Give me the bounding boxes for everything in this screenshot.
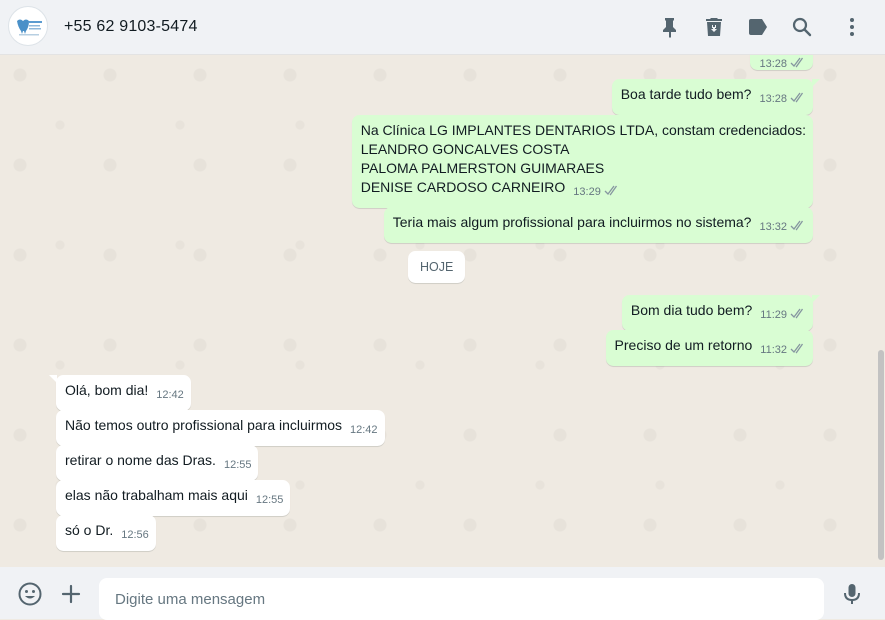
bubble-tail bbox=[49, 375, 57, 383]
message-time: 12:56 bbox=[121, 529, 149, 541]
message-time: 13:28 bbox=[759, 93, 787, 105]
chat-header: +55 62 9103-5474 bbox=[0, 0, 885, 55]
message-meta: 11:32 bbox=[760, 341, 806, 360]
message-text: só o Dr. bbox=[65, 522, 114, 538]
double-check-icon bbox=[790, 308, 806, 319]
compose-bar bbox=[0, 567, 885, 620]
message-text: Olá, bom dia! bbox=[65, 382, 149, 398]
message-bubble-incoming[interactable]: Olá, bom dia! 12:42 bbox=[49, 375, 191, 411]
message-bubble-incoming[interactable]: só o Dr. 12:56 bbox=[56, 515, 156, 551]
double-check-icon bbox=[790, 220, 806, 231]
double-check-icon bbox=[790, 343, 806, 354]
search-icon[interactable] bbox=[790, 15, 814, 39]
message-time: 11:29 bbox=[760, 309, 787, 321]
message-text: retirar o nome das Dras. bbox=[65, 452, 216, 468]
message-bubble-incoming[interactable]: retirar o nome das Dras. 12:55 bbox=[56, 445, 259, 481]
clinic-logo bbox=[17, 19, 42, 36]
message-time: 13:29 bbox=[573, 186, 601, 198]
bubble-tail bbox=[812, 295, 820, 303]
message-time: 13:32 bbox=[759, 221, 787, 233]
message-input[interactable] bbox=[99, 578, 824, 620]
double-check-icon bbox=[790, 92, 806, 103]
menu-icon[interactable] bbox=[840, 15, 864, 39]
double-check-icon bbox=[790, 57, 806, 68]
message-time: 12:55 bbox=[223, 459, 252, 471]
message-text: Boa tarde tudo bem? bbox=[620, 86, 752, 102]
message-meta: 13:29 bbox=[573, 183, 620, 202]
message-list[interactable]: 13:28 Boa tarde tudo bem? 13:28 Na Clínic… bbox=[0, 55, 885, 567]
label-icon[interactable] bbox=[746, 15, 770, 39]
message-bubble-incoming[interactable]: Não temos outro profissional para inclui… bbox=[56, 410, 385, 446]
contact-name[interactable]: +55 62 9103-5474 bbox=[64, 18, 198, 36]
message-bubble-outgoing[interactable]: Teria mais algum profissional para inclu… bbox=[383, 207, 813, 243]
message-time: 12:42 bbox=[156, 389, 184, 401]
message-text: Teria mais algum profissional para inclu… bbox=[392, 214, 752, 230]
message-time: 11:32 bbox=[760, 344, 787, 356]
message-bubble-outgoing[interactable]: Bom dia tudo bem? 11:29 bbox=[621, 295, 820, 331]
message-bubble-outgoing[interactable]: Boa tarde tudo bem? 13:28 bbox=[611, 79, 820, 115]
message-bubble-outgoing[interactable]: 13:28 bbox=[750, 55, 813, 70]
message-bubble-incoming[interactable]: elas não trabalham mais aqui 12:55 bbox=[56, 480, 291, 516]
message-time: 12:55 bbox=[255, 494, 284, 506]
delete-icon[interactable] bbox=[702, 15, 726, 39]
message-bubble-outgoing[interactable]: Na Clínica LG IMPLANTES DENTARIOS LTDA, … bbox=[351, 115, 813, 208]
attach-icon[interactable] bbox=[58, 581, 84, 607]
message-bubble-outgoing[interactable]: Preciso de um retorno 11:32 bbox=[605, 330, 813, 366]
double-check-icon bbox=[604, 185, 620, 196]
message-meta: 13:28 bbox=[759, 55, 806, 74]
message-text: elas não trabalham mais aqui bbox=[65, 487, 248, 503]
message-meta: 11:29 bbox=[760, 306, 806, 325]
message-text: Bom dia tudo bem? bbox=[630, 302, 753, 318]
bubble-tail bbox=[812, 79, 820, 87]
microphone-icon[interactable] bbox=[839, 581, 865, 607]
scrollbar[interactable] bbox=[878, 350, 884, 560]
message-time: 13:28 bbox=[759, 58, 787, 70]
message-time: 12:42 bbox=[350, 424, 378, 436]
emoji-icon[interactable] bbox=[17, 581, 43, 607]
message-meta: 13:32 bbox=[759, 218, 806, 237]
pin-icon[interactable] bbox=[658, 15, 682, 39]
message-meta: 13:28 bbox=[759, 90, 806, 109]
message-text: Preciso de um retorno bbox=[614, 337, 753, 353]
contact-avatar[interactable] bbox=[8, 6, 48, 46]
date-divider: HOJE bbox=[408, 251, 466, 283]
message-text: Não temos outro profissional para inclui… bbox=[65, 417, 343, 433]
